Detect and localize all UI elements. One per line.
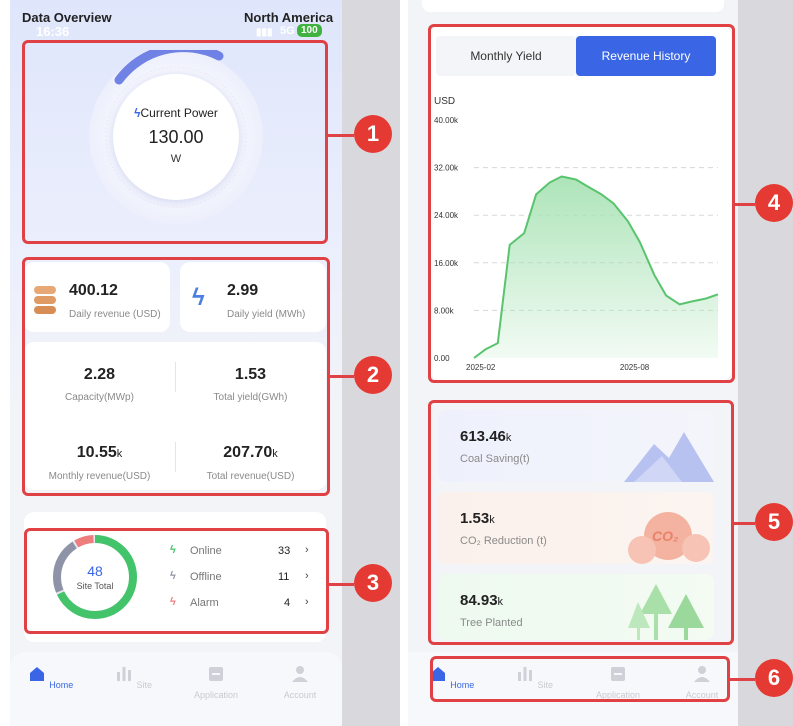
- top-card-edge: [422, 0, 724, 12]
- marker-1: 1: [354, 115, 392, 153]
- highlight-box-4: [428, 24, 735, 383]
- leader-line-4: [735, 203, 755, 206]
- leader-line-3: [329, 583, 354, 586]
- network-label: 5G: [280, 25, 295, 37]
- highlight-box-1: [22, 40, 328, 244]
- marker-2: 2: [354, 356, 392, 394]
- region-selector[interactable]: North America: [244, 10, 333, 25]
- signal-icon: ▮▮▮: [256, 27, 273, 38]
- marker-6: 6: [755, 659, 793, 697]
- nav-application[interactable]: Application: [190, 664, 242, 700]
- leader-line-6: [730, 678, 755, 681]
- highlight-box-6: [430, 656, 730, 702]
- nav-site-label: Site: [136, 680, 153, 690]
- leader-line-5: [734, 522, 755, 525]
- home-icon: [29, 667, 44, 681]
- nav-application-label: Application: [193, 690, 239, 700]
- nav-account[interactable]: Account: [274, 664, 326, 700]
- marker-4: 4: [755, 184, 793, 222]
- battery-indicator: 100: [297, 24, 322, 37]
- marker-3: 3: [354, 564, 392, 602]
- page-title: Data Overview: [22, 10, 112, 25]
- status-time: 16:36: [36, 24, 70, 39]
- highlight-box-3: [24, 528, 329, 634]
- highlight-box-2: [22, 257, 330, 496]
- nav-site[interactable]: Site: [107, 664, 159, 690]
- gutter-right: [738, 0, 793, 726]
- site-icon: [116, 667, 131, 681]
- highlight-box-5: [428, 400, 734, 645]
- nav-account-label: Account: [283, 690, 317, 700]
- leader-line-2: [330, 375, 354, 378]
- account-icon: [292, 666, 308, 682]
- nav-home[interactable]: Home: [24, 664, 76, 690]
- leader-line-1: [328, 134, 354, 137]
- application-icon: [209, 667, 223, 681]
- marker-5: 5: [755, 503, 793, 541]
- nav-home-label: Home: [49, 680, 74, 690]
